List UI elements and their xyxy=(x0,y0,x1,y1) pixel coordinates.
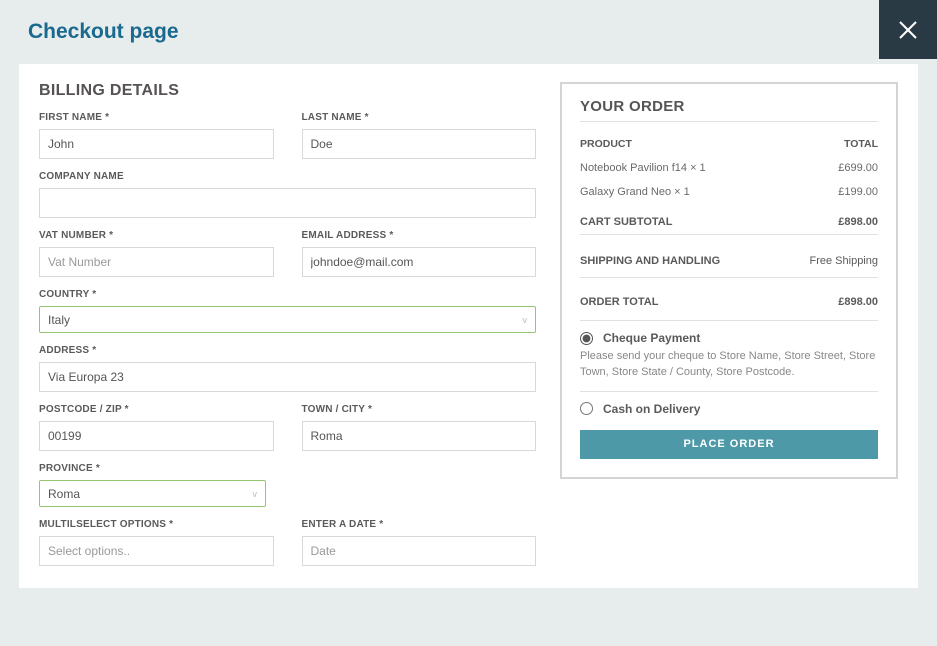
last-name-input[interactable] xyxy=(302,129,537,159)
email-input[interactable] xyxy=(302,247,537,277)
billing-heading: BILLING DETAILS xyxy=(39,82,536,100)
place-order-button[interactable]: PLACE ORDER xyxy=(580,430,878,459)
payment-cheque-option[interactable]: Cheque Payment xyxy=(580,331,878,345)
cheque-description: Please send your cheque to Store Name, S… xyxy=(580,349,878,381)
company-input[interactable] xyxy=(39,188,536,218)
vat-input[interactable] xyxy=(39,247,274,277)
country-label: COUNTRY xyxy=(39,289,536,300)
province-label: PROVINCE xyxy=(39,463,536,474)
cheque-radio[interactable] xyxy=(580,332,593,345)
order-item: Notebook Pavilion f14 × 1 £699.00 xyxy=(580,156,878,180)
divider xyxy=(580,234,878,235)
date-label: ENTER A DATE xyxy=(302,519,537,530)
item-price: £699.00 xyxy=(838,162,878,174)
postcode-input[interactable] xyxy=(39,421,274,451)
chevron-down-icon: v xyxy=(253,489,258,499)
province-value: Roma xyxy=(48,487,80,501)
divider xyxy=(580,391,878,392)
close-button[interactable] xyxy=(879,0,937,59)
item-name: Galaxy Grand Neo × 1 xyxy=(580,186,690,198)
shipping-label: SHIPPING AND HANDLING xyxy=(580,255,720,267)
chevron-down-icon: v xyxy=(523,315,528,325)
close-icon xyxy=(897,19,919,41)
country-select[interactable]: Italy v xyxy=(39,306,536,333)
cheque-label: Cheque Payment xyxy=(603,331,700,345)
divider xyxy=(580,320,878,321)
total-header: TOTAL xyxy=(844,138,878,150)
city-label: TOWN / CITY xyxy=(302,404,537,415)
shipping-value: Free Shipping xyxy=(810,255,879,267)
payment-cod-option[interactable]: Cash on Delivery xyxy=(580,402,878,416)
item-name: Notebook Pavilion f14 × 1 xyxy=(580,162,706,174)
email-label: EMAIL ADDRESS xyxy=(302,230,537,241)
multiselect-input[interactable] xyxy=(39,536,274,566)
checkout-panel: BILLING DETAILS FIRST NAME LAST NAME COM… xyxy=(19,64,918,588)
last-name-label: LAST NAME xyxy=(302,112,537,123)
first-name-label: FIRST NAME xyxy=(39,112,274,123)
order-summary: YOUR ORDER PRODUCT TOTAL Notebook Pavili… xyxy=(560,82,898,479)
company-label: COMPANY NAME xyxy=(39,171,536,182)
province-select[interactable]: Roma v xyxy=(39,480,266,507)
order-item: Galaxy Grand Neo × 1 £199.00 xyxy=(580,180,878,204)
order-heading: YOUR ORDER xyxy=(580,98,878,115)
first-name-input[interactable] xyxy=(39,129,274,159)
product-header: PRODUCT xyxy=(580,138,632,150)
item-price: £199.00 xyxy=(838,186,878,198)
subtotal-label: CART SUBTOTAL xyxy=(580,216,672,228)
page-title: Checkout page xyxy=(0,0,937,44)
address-input[interactable] xyxy=(39,362,536,392)
divider xyxy=(580,121,878,122)
cod-radio[interactable] xyxy=(580,402,593,415)
total-label: ORDER TOTAL xyxy=(580,296,658,308)
billing-section: BILLING DETAILS FIRST NAME LAST NAME COM… xyxy=(39,82,536,566)
subtotal-value: £898.00 xyxy=(838,216,878,228)
multiselect-label: MULTILSELECT OPTIONS xyxy=(39,519,274,530)
postcode-label: POSTCODE / ZIP xyxy=(39,404,274,415)
address-label: ADDRESS xyxy=(39,345,536,356)
total-value: £898.00 xyxy=(838,296,878,308)
country-value: Italy xyxy=(48,313,70,327)
vat-label: VAT NUMBER xyxy=(39,230,274,241)
city-input[interactable] xyxy=(302,421,537,451)
date-input[interactable] xyxy=(302,536,537,566)
divider xyxy=(580,277,878,278)
cod-label: Cash on Delivery xyxy=(603,402,700,416)
